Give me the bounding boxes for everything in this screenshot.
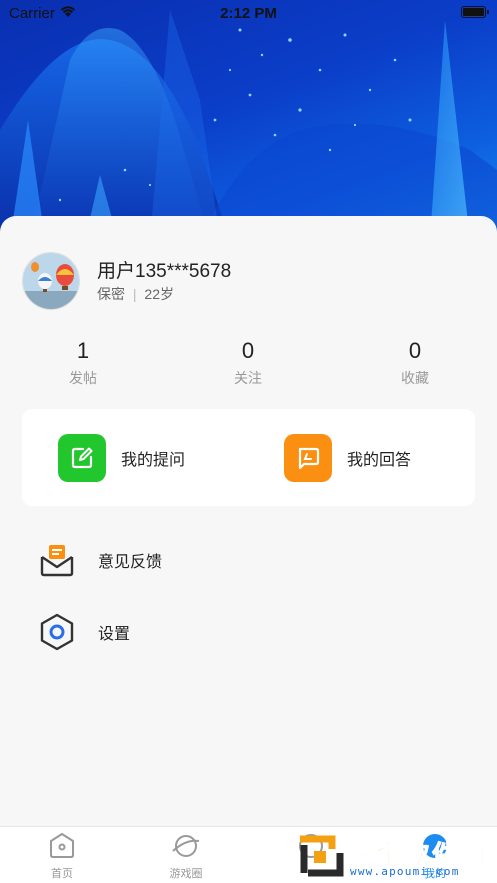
mail-icon bbox=[38, 540, 76, 580]
stat-favorites[interactable]: 0 收藏 bbox=[355, 338, 475, 388]
stat-posts-value: 1 bbox=[76, 338, 90, 363]
feedback-label: 意见反馈 bbox=[98, 554, 163, 571]
status-time: 2:12 PM bbox=[220, 5, 277, 22]
gender-label: 保密 bbox=[97, 286, 125, 302]
stats-row: 1 发帖 0 关注 0 收藏 bbox=[0, 338, 497, 398]
profile-header-background bbox=[0, 0, 497, 240]
stat-following-label: 关注 bbox=[234, 370, 262, 386]
tab-game-circle[interactable]: 游戏圈 bbox=[146, 831, 226, 881]
stat-posts-label: 发帖 bbox=[69, 370, 97, 386]
my-answers-label: 我的回答 bbox=[347, 452, 412, 469]
age-label: 22岁 bbox=[144, 286, 174, 302]
stat-posts[interactable]: 1 发帖 bbox=[23, 338, 143, 388]
stat-following-value: 0 bbox=[241, 338, 255, 363]
my-answers-button[interactable]: 我的回答 bbox=[284, 433, 411, 483]
qa-card: 我的提问 我的回答 bbox=[22, 409, 475, 506]
username: 用户135***5678 bbox=[97, 261, 232, 282]
edit-icon bbox=[58, 434, 106, 482]
avatar[interactable] bbox=[22, 252, 80, 310]
tab-game-circle-label: 游戏圈 bbox=[169, 868, 203, 880]
home-icon bbox=[47, 831, 77, 861]
watermark: 欧金软件园 www.apoumi.com bbox=[296, 829, 496, 883]
stat-following[interactable]: 0 关注 bbox=[188, 338, 308, 388]
stat-favorites-label: 收藏 bbox=[401, 370, 429, 386]
settings-label: 设置 bbox=[98, 626, 131, 643]
meta-separator: | bbox=[132, 286, 137, 302]
battery-icon bbox=[461, 6, 489, 18]
my-questions-button[interactable]: 我的提问 bbox=[58, 433, 185, 483]
watermark-url: www.apoumi.com bbox=[350, 865, 460, 878]
tab-home-label: 首页 bbox=[51, 868, 73, 880]
feedback-row[interactable]: 意见反馈 bbox=[38, 538, 458, 582]
profile-sheet: 用户135***5678 保密 | 22岁 1 发帖 0 关注 0 收藏 我的提 bbox=[0, 216, 497, 826]
planet-icon bbox=[171, 831, 201, 861]
tab-home[interactable]: 首页 bbox=[22, 831, 102, 881]
my-questions-label: 我的提问 bbox=[121, 452, 186, 469]
settings-hexagon-icon bbox=[38, 612, 76, 652]
user-meta: 保密 | 22岁 bbox=[97, 284, 174, 304]
answer-icon bbox=[284, 434, 332, 482]
stat-favorites-value: 0 bbox=[408, 338, 422, 363]
status-bar: Carrier 2:12 PM bbox=[0, 0, 497, 26]
watermark-logo-icon bbox=[300, 835, 344, 877]
settings-row[interactable]: 设置 bbox=[38, 610, 458, 654]
